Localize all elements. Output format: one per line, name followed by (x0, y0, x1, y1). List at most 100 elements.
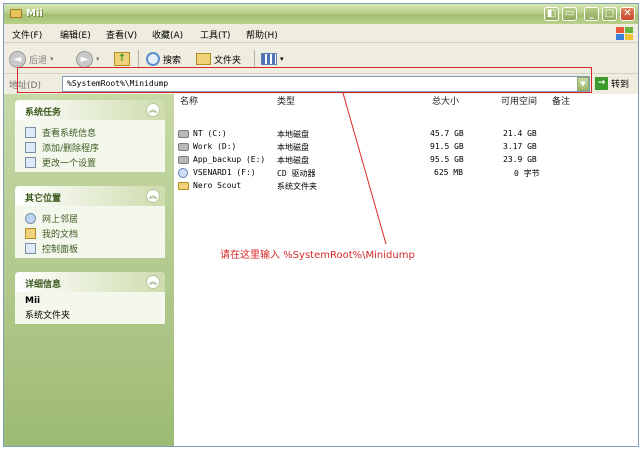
go-arrow-icon: → (595, 77, 608, 90)
chevron-down-icon: ▾ (50, 55, 54, 63)
list-item[interactable]: NT (C:) 本地磁盘 45.7 GB 21.4 GB (178, 128, 638, 141)
search-button[interactable]: 搜索 (146, 50, 181, 68)
menu-tools[interactable]: 工具(T) (200, 28, 231, 41)
menu-file[interactable]: 文件(F) (12, 28, 42, 41)
window-title: Mii (26, 8, 43, 19)
folder-icon (178, 182, 189, 190)
back-label: 后退 (29, 55, 48, 66)
details-name: Mii (25, 296, 41, 306)
details-title: 详细信息 (25, 280, 62, 290)
list-item[interactable]: Nero Scout 系统文件夹 (178, 180, 638, 193)
annotation-text: 请在这里输入 %SystemRoot%\Minidump (220, 250, 415, 261)
system-tasks-header[interactable]: 系统任务 ︽ (15, 100, 165, 120)
place-network[interactable]: 网上邻居 (25, 211, 157, 226)
search-icon (146, 52, 160, 66)
menu-favorites[interactable]: 收藏(A) (152, 28, 183, 41)
collapse-icon[interactable]: ︽ (146, 275, 160, 289)
task-label: 更改一个设置 (42, 159, 97, 169)
folder-icon (196, 53, 211, 65)
other-places-panel: 其它位置 ︽ 网上邻居 我的文档 控制面板 (15, 186, 165, 258)
control-panel-icon (25, 243, 36, 254)
item-free: 0 字节 (514, 169, 540, 178)
list-item[interactable]: Work (D:) 本地磁盘 91.5 GB 3.17 GB (178, 141, 638, 154)
go-label: 转到 (611, 80, 630, 90)
item-free: 21.4 GB (503, 129, 537, 138)
item-name: NT (C:) (193, 129, 227, 138)
place-label: 控制面板 (42, 245, 79, 255)
up-folder-icon: ↑ (114, 52, 130, 66)
item-total: 625 MB (434, 168, 463, 177)
folders-button[interactable]: 文件夹 (196, 50, 241, 68)
address-bar: 地址(D) %SystemRoot%\Minidump ▼ → 转到 (4, 74, 638, 94)
task-label: 添加/删除程序 (42, 144, 100, 154)
place-my-documents[interactable]: 我的文档 (25, 226, 157, 241)
minimize-button[interactable]: _ (584, 7, 599, 21)
item-type: 本地磁盘 (277, 156, 309, 165)
item-type: 本地磁盘 (277, 143, 309, 152)
details-header[interactable]: 详细信息 ︽ (15, 272, 165, 292)
place-control-panel[interactable]: 控制面板 (25, 241, 157, 256)
restore-window-button[interactable]: ▭ (562, 7, 577, 21)
item-type: 本地磁盘 (277, 130, 309, 139)
help-window-button[interactable]: ◧ (544, 7, 559, 21)
collapse-icon[interactable]: ︽ (146, 189, 160, 203)
system-tasks-panel: 系统任务 ︽ 查看系统信息 添加/删除程序 更改一个设置 (15, 100, 165, 172)
task-change-setting[interactable]: 更改一个设置 (25, 155, 157, 170)
maximize-button[interactable]: □ (602, 7, 617, 21)
task-label: 查看系统信息 (42, 129, 97, 139)
toolbar: ◄ 后退 ▾ ► ▾ ↑ 搜索 文件夹 ▾ (4, 44, 638, 74)
details-description: 系统文件夹 (25, 311, 71, 321)
item-free: 23.9 GB (503, 155, 537, 164)
back-arrow-icon: ◄ (9, 50, 26, 68)
menu-bar: 文件(F) 编辑(E) 查看(V) 收藏(A) 工具(T) 帮助(H) (4, 24, 638, 43)
cd-drive-icon (178, 168, 188, 178)
menu-help[interactable]: 帮助(H) (246, 28, 278, 41)
file-list: 名称 类型 总大小 可用空间 备注 NT (C:) 本地磁盘 45.7 GB 2… (174, 94, 638, 446)
chevron-down-icon: ▾ (96, 55, 100, 63)
drive-icon (178, 143, 189, 151)
details-panel: 详细信息 ︽ Mii 系统文件夹 (15, 272, 165, 324)
title-bar[interactable]: Mii ◧ ▭ _ □ ✕ (4, 4, 638, 24)
chevron-down-icon: ▼ (580, 80, 586, 88)
forward-button[interactable]: ► ▾ (76, 50, 100, 68)
item-name: Work (D:) (193, 142, 237, 151)
views-icon (261, 53, 277, 65)
system-tasks-title: 系统任务 (25, 108, 62, 118)
column-header-comments[interactable]: 备注 (552, 94, 570, 107)
menu-view[interactable]: 查看(V) (106, 28, 137, 41)
address-input[interactable]: %SystemRoot%\Minidump (62, 76, 590, 92)
task-view-system-info[interactable]: 查看系统信息 (25, 125, 157, 140)
go-button[interactable]: → 转到 (595, 77, 629, 90)
settings-icon (25, 157, 36, 168)
column-header-free-space[interactable]: 可用空间 (501, 94, 537, 107)
task-add-remove-programs[interactable]: 添加/删除程序 (25, 140, 157, 155)
drive-icon (178, 130, 189, 138)
other-places-title: 其它位置 (25, 194, 62, 204)
collapse-icon[interactable]: ︽ (146, 103, 160, 117)
item-type: 系统文件夹 (277, 182, 317, 191)
list-item[interactable]: VSENARD1 (F:) CD 驱动器 625 MB 0 字节 (178, 167, 638, 180)
list-item[interactable]: App_backup (E:) 本地磁盘 95.5 GB 23.9 GB (178, 154, 638, 167)
folder-icon (10, 9, 22, 18)
place-label: 网上邻居 (42, 215, 79, 225)
back-button[interactable]: ◄ 后退 ▾ (9, 50, 54, 68)
menu-edit[interactable]: 编辑(E) (60, 28, 91, 41)
item-name: App_backup (E:) (193, 155, 266, 164)
column-header-type[interactable]: 类型 (277, 94, 295, 107)
item-total: 45.7 GB (430, 129, 464, 138)
item-type: CD 驱动器 (277, 169, 316, 178)
address-dropdown-button[interactable]: ▼ (577, 77, 589, 91)
column-header-total-size[interactable]: 总大小 (432, 94, 459, 107)
column-header-name[interactable]: 名称 (180, 94, 198, 107)
item-name: VSENARD1 (F:) (193, 168, 256, 177)
task-pane: 系统任务 ︽ 查看系统信息 添加/删除程序 更改一个设置 其它位置 ︽ 网上邻居… (4, 94, 174, 446)
add-remove-icon (25, 142, 36, 153)
address-label: 地址(D) (9, 81, 41, 91)
up-folder-button[interactable]: ↑ (114, 50, 130, 68)
views-button[interactable]: ▾ (261, 50, 284, 68)
close-button[interactable]: ✕ (620, 7, 635, 21)
system-info-icon (25, 127, 36, 138)
search-label: 搜索 (163, 55, 182, 66)
item-name: Nero Scout (193, 181, 242, 190)
other-places-header[interactable]: 其它位置 ︽ (15, 186, 165, 206)
